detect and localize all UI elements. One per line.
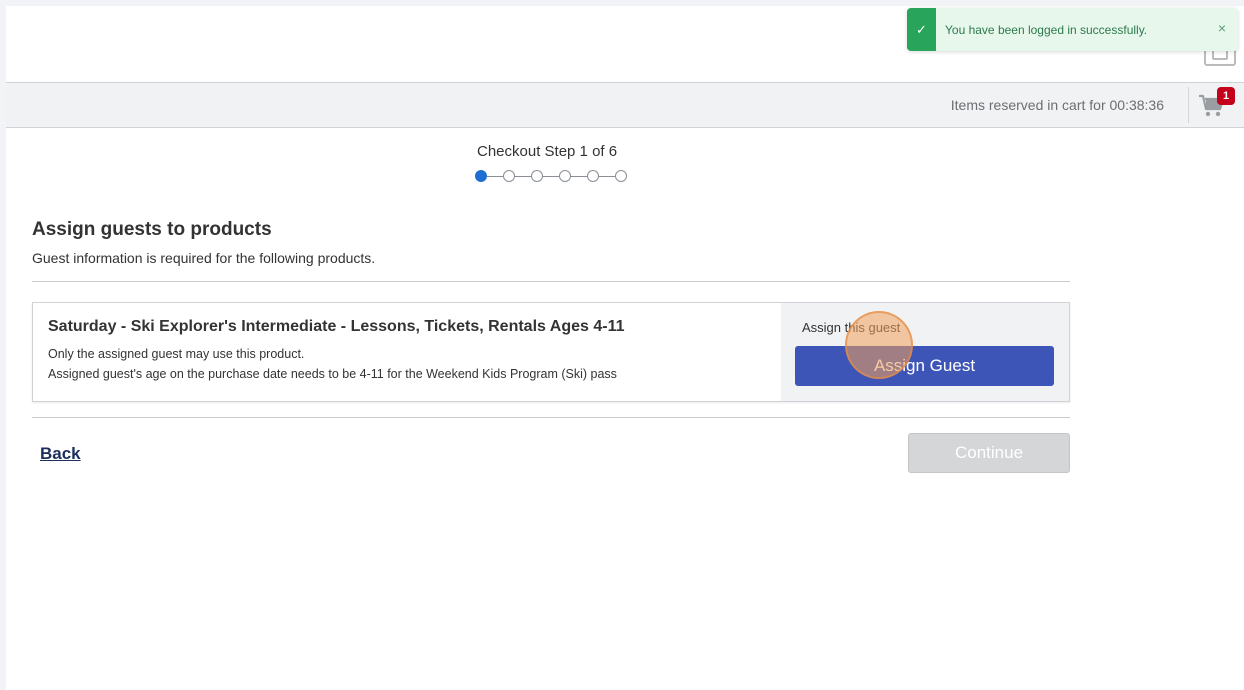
- check-icon: ✓: [907, 8, 936, 51]
- back-link[interactable]: Back: [40, 444, 81, 464]
- step-dot-3: [531, 170, 543, 182]
- cart-reservation-timer: Items reserved in cart for 00:38:36: [950, 97, 1164, 113]
- step-progress: [475, 170, 635, 184]
- page: Items reserved in cart for 00:38:36 1 Ch…: [6, 6, 1244, 690]
- step-dot-1: [475, 170, 487, 182]
- cart-divider: [1188, 87, 1189, 123]
- product-note-guest-only: Only the assigned guest may use this pro…: [48, 347, 305, 361]
- step-dot-2: [503, 170, 515, 182]
- product-note-age-requirement: Assigned guest's age on the purchase dat…: [48, 367, 617, 381]
- toast-message: You have been logged in successfully.: [945, 23, 1148, 37]
- checkout-step-label: Checkout Step 1 of 6: [477, 143, 618, 160]
- assign-guest-button[interactable]: Assign Guest: [795, 346, 1054, 386]
- close-icon[interactable]: ×: [1218, 20, 1226, 36]
- product-title: Saturday - Ski Explorer's Intermediate -…: [48, 318, 625, 335]
- section-title: Assign guests to products: [32, 219, 272, 240]
- product-card: Saturday - Ski Explorer's Intermediate -…: [32, 302, 1070, 402]
- step-dot-5: [587, 170, 599, 182]
- cart-count-badge: 1: [1217, 87, 1235, 105]
- cart-button[interactable]: 1: [1198, 87, 1235, 121]
- assign-guest-label: Assign this guest: [802, 320, 901, 335]
- cart-bar: Items reserved in cart for 00:38:36 1: [6, 83, 1244, 128]
- divider-top: [32, 281, 1070, 282]
- assign-guest-panel: Assign this guest Assign Guest: [781, 303, 1069, 401]
- login-success-toast: ✓ You have been logged in successfully. …: [907, 8, 1238, 51]
- continue-button[interactable]: Continue: [908, 433, 1070, 473]
- step-dot-6: [615, 170, 627, 182]
- section-subtitle: Guest information is required for the fo…: [32, 250, 376, 266]
- divider-bottom: [32, 417, 1070, 418]
- step-dot-4: [559, 170, 571, 182]
